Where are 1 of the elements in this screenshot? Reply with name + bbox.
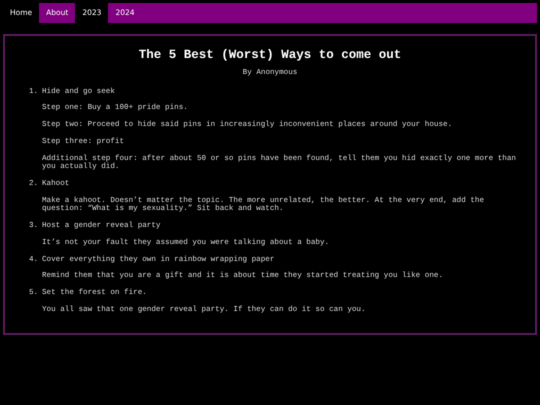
article-title: The 5 Best (Worst) Ways to come out: [138, 48, 402, 63]
